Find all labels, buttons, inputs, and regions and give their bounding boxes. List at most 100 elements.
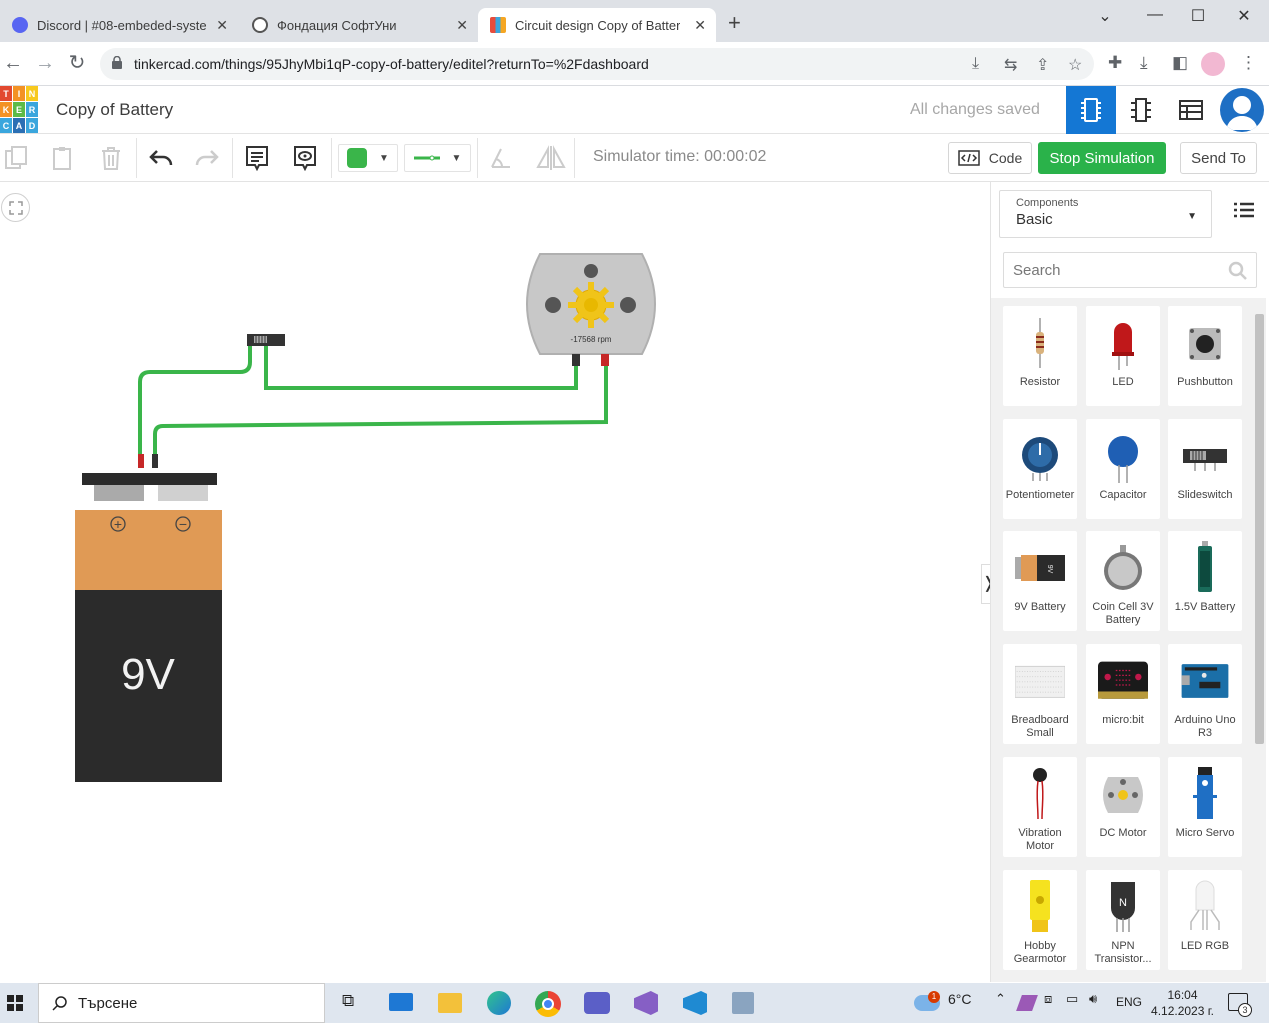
side-panel-icon[interactable]: ◧ — [1172, 53, 1188, 73]
edge-browser-icon[interactable] — [487, 991, 511, 1015]
component-card[interactable]: Resistor — [1003, 306, 1077, 406]
component-card[interactable]: Breadboard Small — [1003, 644, 1077, 744]
scrollbar-thumb[interactable] — [1255, 314, 1264, 744]
taskbar-clock[interactable]: 16:04 4.12.2023 г. — [1150, 987, 1215, 1019]
taskbar-search-text: Търсене — [78, 994, 138, 1012]
file-explorer-icon[interactable] — [438, 993, 462, 1013]
network-icon[interactable]: ▭ — [1066, 991, 1078, 1007]
pen-tray-icon[interactable] — [1016, 995, 1038, 1011]
weather-temp[interactable]: 6°C — [948, 991, 972, 1007]
component-card[interactable]: Vibration Motor — [1003, 757, 1077, 857]
component-card[interactable]: DC Motor — [1086, 757, 1160, 857]
schematic-view-button[interactable] — [1116, 86, 1166, 134]
tray-chevron-icon[interactable]: ⌃ — [995, 991, 1006, 1007]
component-card[interactable]: Pushbutton — [1168, 306, 1242, 406]
pinned-app-icon[interactable] — [732, 992, 754, 1014]
flip-icon[interactable] — [536, 144, 566, 172]
chevron-down-icon: ▼ — [451, 152, 462, 164]
browser-tab-bar: Discord | #08-embeded-systems ✕ Фондация… — [0, 0, 1269, 42]
paste-icon[interactable] — [50, 144, 76, 172]
windows-start-icon[interactable] — [7, 995, 23, 1011]
share-icon[interactable]: ⇪ — [1036, 55, 1049, 75]
mail-app-icon[interactable] — [389, 993, 413, 1011]
minimize-button[interactable]: — — [1140, 6, 1170, 24]
menu-dots-icon[interactable]: ⋮ — [1240, 53, 1257, 73]
install-app-icon[interactable]: ⤓ — [972, 55, 979, 73]
close-icon[interactable]: ✕ — [216, 17, 228, 34]
send-to-button[interactable]: Send To — [1180, 142, 1257, 174]
maximize-button[interactable]: ☐ — [1183, 6, 1213, 26]
component-card[interactable]: 9V 9V Battery — [1003, 531, 1077, 631]
search-input[interactable]: Search — [1003, 252, 1257, 288]
delete-icon[interactable] — [98, 144, 124, 172]
component-label: Pushbutton — [1177, 376, 1233, 388]
component-card[interactable]: N NPN Transistor... — [1086, 870, 1160, 970]
components-dropdown[interactable]: Components Basic ▼ — [999, 190, 1212, 238]
circuit-view-button[interactable] — [1066, 86, 1116, 134]
undo-icon[interactable] — [148, 144, 174, 172]
wire-color-select[interactable]: ▼ — [338, 144, 398, 172]
tinkercad-icon — [490, 17, 506, 33]
teams-app-icon[interactable] — [584, 992, 610, 1014]
battery-9v-component[interactable]: + − 9V — [75, 454, 222, 782]
search-icon — [1228, 261, 1247, 280]
camera-tray-icon[interactable]: ⧈ — [1044, 991, 1052, 1007]
component-card[interactable]: Hobby Gearmotor — [1003, 870, 1077, 970]
close-icon[interactable]: ✕ — [694, 17, 706, 34]
download-icon[interactable]: ⤓ — [1140, 53, 1148, 73]
component-card[interactable]: Potentiometer — [1003, 419, 1077, 519]
new-tab-button[interactable]: + — [728, 12, 741, 34]
wire[interactable] — [264, 342, 578, 390]
component-card[interactable]: LED RGB — [1168, 870, 1242, 970]
workplane-canvas[interactable]: -17568 rpm + − 9V ❭ — [0, 182, 995, 982]
wire[interactable] — [153, 362, 608, 458]
tinkercad-logo[interactable]: T I N K E R C A D — [0, 86, 38, 133]
copy-icon[interactable] — [3, 144, 29, 172]
volume-icon[interactable]: 🔊︎ — [1089, 991, 1097, 1007]
component-card[interactable]: Micro Servo — [1168, 757, 1242, 857]
redo-icon[interactable] — [194, 144, 220, 172]
wire-type-select[interactable]: ▼ — [404, 144, 471, 172]
rotate-icon[interactable] — [488, 144, 514, 172]
extensions-icon[interactable]: ✚ — [1108, 53, 1122, 73]
chrome-browser-icon[interactable] — [535, 991, 561, 1017]
user-avatar[interactable] — [1220, 88, 1264, 132]
close-icon[interactable]: ✕ — [456, 17, 468, 34]
visual-studio-icon[interactable] — [634, 991, 658, 1015]
component-card[interactable]: Slideswitch — [1168, 419, 1242, 519]
dc-motor-component[interactable]: -17568 rpm — [526, 253, 656, 366]
vscode-icon[interactable] — [683, 991, 707, 1015]
task-view-icon[interactable]: ⧉ — [342, 991, 354, 1011]
component-card[interactable]: Coin Cell 3V Battery — [1086, 531, 1160, 631]
bookmark-star-icon[interactable]: ☆ — [1068, 55, 1082, 75]
tab-softuni[interactable]: Фондация СофтУни ✕ — [240, 8, 478, 42]
divider — [574, 138, 575, 178]
slideswitch-component[interactable] — [247, 334, 285, 346]
notes-icon[interactable] — [244, 144, 270, 172]
notes-visibility-icon[interactable] — [292, 144, 318, 172]
component-card[interactable]: LED — [1086, 306, 1160, 406]
tab-search-icon[interactable]: ⌄ — [1090, 6, 1120, 26]
profile-avatar[interactable] — [1201, 52, 1225, 76]
logo-letter: A — [13, 118, 25, 133]
input-language[interactable]: ENG — [1116, 995, 1142, 1009]
component-card[interactable]: Arduino Uno R3 — [1168, 644, 1242, 744]
translate-icon[interactable]: ⇆ — [1004, 55, 1017, 75]
component-list-button[interactable] — [1166, 86, 1216, 134]
tab-tinkercad[interactable]: Circuit design Copy of Battery | Tinkerc… — [478, 8, 716, 42]
tab-discord[interactable]: Discord | #08-embeded-systems ✕ — [0, 8, 238, 42]
forward-icon[interactable]: → — [33, 52, 57, 74]
back-icon[interactable]: ← — [1, 52, 25, 74]
component-card[interactable]: 1.5V Battery — [1168, 531, 1242, 631]
url-field[interactable]: tinkercad.com/things/95JhyMbi1qP-copy-of… — [100, 48, 1094, 80]
panel-scrollbar[interactable] — [1253, 298, 1266, 982]
list-view-icon[interactable] — [1234, 202, 1254, 223]
component-card[interactable]: micro:bit — [1086, 644, 1160, 744]
stop-simulation-button[interactable]: Stop Simulation — [1038, 142, 1166, 174]
window-close-button[interactable]: ✕ — [1229, 6, 1259, 26]
reload-icon[interactable]: ↻ — [65, 52, 89, 74]
taskbar-search-box[interactable]: Търсене — [38, 983, 325, 1023]
component-card[interactable]: Capacitor — [1086, 419, 1160, 519]
code-button[interactable]: Code — [948, 142, 1032, 174]
design-title[interactable]: Copy of Battery — [56, 100, 173, 120]
